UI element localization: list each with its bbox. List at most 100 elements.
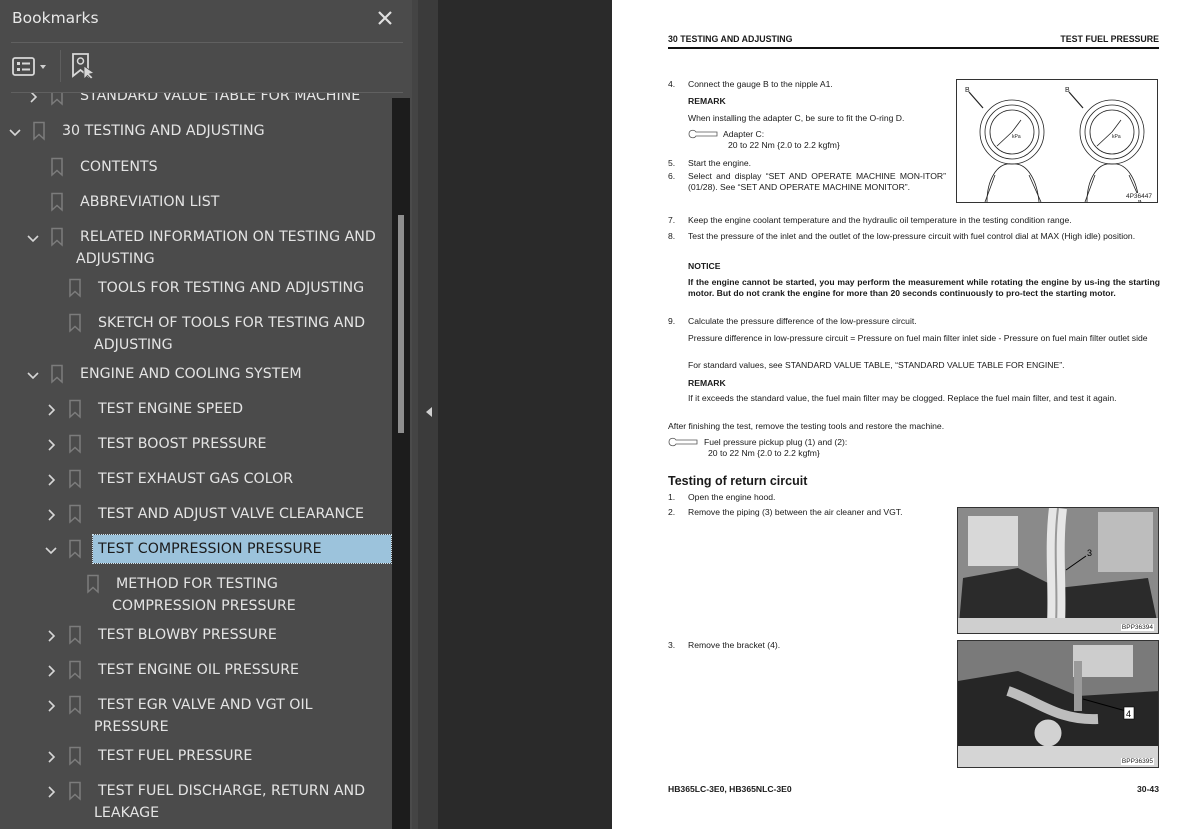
step-number: 2.: [668, 507, 676, 517]
standard-values-text: For standard values, see STANDARD VALUE …: [688, 360, 1065, 370]
wrench-torque-icon: [668, 437, 698, 447]
bookmark-label: STANDARD VALUE TABLE FOR MACHINE: [80, 93, 361, 104]
step-number: 4.: [668, 79, 676, 89]
step-text: Remove the piping (3) between the air cl…: [688, 507, 903, 517]
step-text: Open the engine hood.: [688, 492, 776, 502]
gauges-illustration: B B kPa kPa: [965, 87, 1145, 202]
header-divider: [11, 42, 403, 43]
figure-bracket: 4 BPP36395: [957, 640, 1159, 768]
bookmark-label: METHOD FOR TESTING COMPRESSION PRESSURE: [112, 576, 296, 614]
section-title: Testing of return circuit: [668, 474, 808, 488]
remark-text: If it exceeds the standard value, the fu…: [688, 393, 1117, 403]
remark-text: When installing the adapter C, be sure t…: [688, 113, 905, 123]
torque-value: 20 to 22 Nm {2.0 to 2.2 kgfm}: [708, 448, 820, 458]
bookmark-label: TEST EGR VALVE AND VGT OIL PRESSURE: [94, 697, 313, 735]
step-number: 9.: [668, 316, 676, 326]
after-test-text: After finishing the test, remove the tes…: [668, 421, 945, 431]
figure-piping: 3 BPP36394: [957, 507, 1159, 634]
bookmark-label: TEST FUEL PRESSURE: [98, 748, 253, 764]
chevron-right-icon[interactable]: [44, 437, 58, 451]
dropdown-caret-icon: [40, 65, 46, 69]
page-header-section: 30 TESTING AND ADJUSTING: [668, 34, 793, 44]
triangle-left-icon: [426, 407, 432, 417]
bookmarks-panel: Bookmarks STANDARD VALUE TABLE FOR MACHI…: [0, 0, 412, 829]
torque-label: Fuel pressure pickup plug (1) and (2):: [704, 437, 848, 447]
bookmark-label: TEST BOOST PRESSURE: [98, 436, 267, 452]
bookmark-icon: [68, 399, 82, 419]
chevron-down-icon[interactable]: [8, 124, 22, 138]
bookmark-label: CONTENTS: [80, 159, 158, 175]
torque-value: 20 to 22 Nm {2.0 to 2.2 kgfm}: [728, 140, 840, 150]
panel-edge: [412, 0, 418, 829]
find-current-bookmark-icon: [72, 53, 95, 80]
close-panel-button[interactable]: [373, 6, 397, 30]
toolbar-divider: [60, 50, 61, 82]
bookmark-icon: [68, 434, 82, 454]
figure-code: 4P36447: [1124, 193, 1153, 200]
bookmark-label: TEST AND ADJUST VALVE CLEARANCE: [98, 506, 364, 522]
close-icon: [378, 11, 392, 25]
chevron-right-icon[interactable]: [44, 749, 58, 763]
bookmark-options-button[interactable]: [12, 56, 52, 78]
svg-text:kPa: kPa: [1012, 134, 1021, 140]
collapse-panel-button[interactable]: [423, 404, 435, 420]
bookmark-label: 30 TESTING AND ADJUSTING: [62, 123, 265, 139]
bookmark-scrollbar[interactable]: [392, 98, 410, 829]
bookmark-label: TEST EXHAUST GAS COLOR: [98, 471, 294, 487]
bookmark-label: SKETCH OF TOOLS FOR TESTING AND ADJUSTIN…: [94, 315, 365, 353]
header-rule: [668, 47, 1159, 49]
step-number: 7.: [668, 215, 676, 225]
chevron-right-icon[interactable]: [44, 402, 58, 416]
step-text: Connect the gauge B to the nipple A1.: [688, 79, 833, 89]
svg-text:3: 3: [1087, 548, 1092, 558]
bookmark-label: ENGINE AND COOLING SYSTEM: [80, 366, 302, 382]
document-page: 30 TESTING AND ADJUSTING TEST FUEL PRESS…: [612, 0, 1200, 829]
bookmark-icon: [68, 625, 82, 645]
bookmark-label: TEST COMPRESSION PRESSURE: [92, 534, 392, 564]
step-text: Calculate the pressure difference of the…: [688, 316, 917, 326]
figure-code: BPP36395: [1120, 758, 1154, 765]
notice-label: NOTICE: [688, 261, 721, 271]
bookmark-label: TEST BLOWBY PRESSURE: [98, 627, 277, 643]
bookmark-icon: [68, 660, 82, 680]
bookmark-label: ABBREVIATION LIST: [80, 194, 220, 210]
svg-text:kPa: kPa: [1112, 134, 1121, 140]
remark-label: REMARK: [688, 378, 726, 388]
figure-code: BPP36394: [1120, 624, 1154, 631]
bookmark-label: TEST FUEL DISCHARGE, RETURN AND LEAKAGE: [94, 783, 366, 821]
svg-text:4: 4: [1126, 709, 1131, 719]
step-text: Keep the engine coolant temperature and …: [688, 215, 1072, 225]
bookmark-icon: [68, 746, 82, 766]
chevron-down-icon[interactable]: [26, 367, 40, 381]
engine-photo-piping: 3: [958, 508, 1158, 633]
step-number: 5.: [668, 158, 676, 168]
chevron-right-icon[interactable]: [44, 507, 58, 521]
bookmark-tree: STANDARD VALUE TABLE FOR MACHINE 30 TESTI…: [0, 93, 392, 829]
bookmark-label: TEST ENGINE OIL PRESSURE: [98, 662, 300, 678]
chevron-right-icon[interactable]: [44, 472, 58, 486]
step-text: Select and display “SET AND OPERATE MACH…: [688, 171, 946, 192]
find-current-bookmark-button[interactable]: [70, 52, 98, 80]
svg-text:B: B: [965, 87, 970, 94]
bookmark-scrollbar-thumb[interactable]: [398, 215, 404, 433]
bookmark-label: TEST ENGINE SPEED: [98, 401, 244, 417]
chevron-right-icon[interactable]: [26, 93, 40, 103]
engine-photo-bracket: 4: [958, 641, 1158, 767]
list-options-icon: [12, 57, 46, 76]
chevron-down-icon[interactable]: [26, 230, 40, 244]
bookmark-icon: [68, 278, 82, 298]
chevron-right-icon[interactable]: [44, 628, 58, 642]
chevron-right-icon[interactable]: [44, 784, 58, 798]
chevron-right-icon[interactable]: [44, 698, 58, 712]
bookmark-label: RELATED INFORMATION ON TESTING AND ADJUS…: [76, 229, 376, 267]
bookmark-icon: [68, 469, 82, 489]
step-number: 1.: [668, 492, 676, 502]
chevron-right-icon[interactable]: [44, 663, 58, 677]
bookmark-icon: [68, 504, 82, 524]
chevron-down-icon[interactable]: [44, 542, 58, 556]
figure-gauges: B B kPa kPa 4P36447: [956, 79, 1158, 203]
wrench-torque-icon: [688, 129, 718, 139]
page-header-title: TEST FUEL PRESSURE: [1060, 34, 1159, 44]
bookmark-icon: [68, 313, 82, 333]
step-number: 3.: [668, 640, 676, 650]
